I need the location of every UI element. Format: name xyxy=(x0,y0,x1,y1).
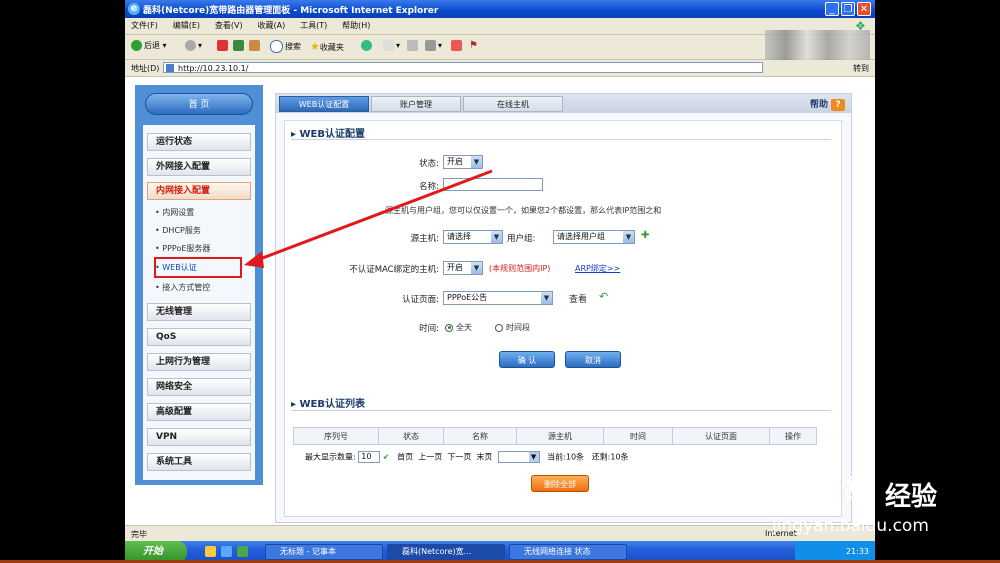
arrow-head xyxy=(244,251,264,268)
watermark-jingyan: 经验 xyxy=(885,482,938,512)
watermark-brand: Bai xyxy=(770,470,832,511)
baidu-watermark: Bai ❀ 经验 jingyan.baidu.com xyxy=(770,468,990,540)
arrow-line xyxy=(251,169,493,264)
paw-icon: ❀ xyxy=(840,468,869,508)
watermark-url: jingyan.baidu.com xyxy=(772,516,929,536)
